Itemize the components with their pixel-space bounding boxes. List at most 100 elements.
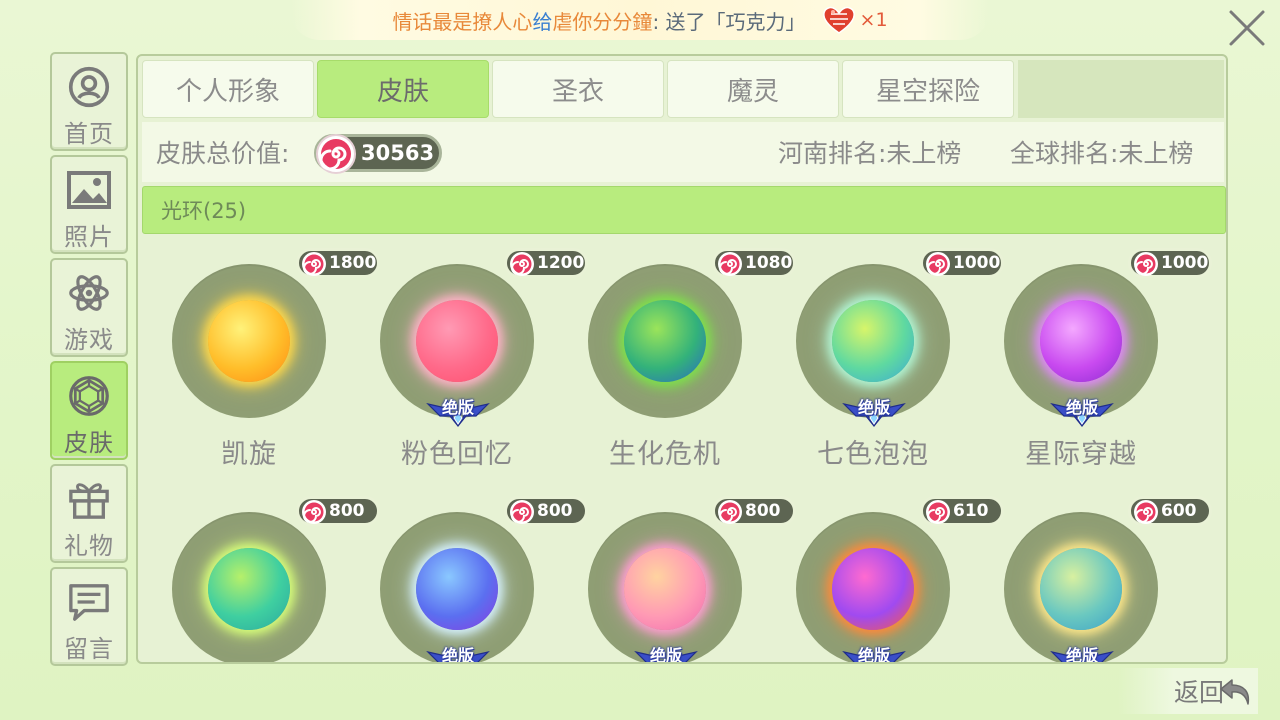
price-badge: 600	[1128, 496, 1212, 526]
heart-chocolate-icon	[822, 5, 856, 35]
back-button[interactable]: 返回	[1118, 668, 1258, 714]
photo-icon	[67, 171, 111, 209]
sidebar-item-messages[interactable]: 留言	[50, 567, 128, 666]
limited-edition-label: 绝版	[857, 398, 890, 417]
candy-icon	[718, 252, 742, 276]
candy-icon	[510, 252, 534, 276]
skin-item[interactable]: 1080 生化危机	[554, 238, 796, 478]
skins-panel: 个人形象 皮肤 圣衣 魔灵 星空探险 皮肤总价值: 30563 河南排名:未上榜…	[136, 54, 1228, 664]
halo-orb-icon	[1040, 548, 1122, 630]
skin-item[interactable]: 600 绝版	[970, 486, 1212, 664]
global-rank: 全球排名:未上榜	[1010, 139, 1194, 168]
skin-item[interactable]: 800	[138, 486, 380, 662]
tab-star-exploration[interactable]: 星空探险	[842, 60, 1014, 118]
back-arrow-icon	[1220, 679, 1250, 705]
banner-receiver-text: 虐你分分鐘	[552, 9, 653, 34]
tab-profile[interactable]: 个人形象	[142, 60, 314, 118]
halo-orb-icon	[1040, 300, 1122, 382]
price-value: 1000	[1161, 253, 1209, 273]
skin-item[interactable]: 1000 绝版 七色泡泡	[762, 238, 1004, 478]
skin-item[interactable]: 800 绝版	[554, 486, 796, 664]
candy-icon	[718, 500, 742, 524]
close-icon	[1229, 10, 1265, 46]
banner-gift-count: ×1	[859, 9, 888, 31]
halo-orb-icon	[832, 548, 914, 630]
banner-gift-text: : 送了「巧克力」	[652, 9, 806, 34]
skin-item[interactable]: 1800 凯旋	[138, 238, 380, 478]
sidebar-item-label: 留言	[64, 635, 114, 663]
limited-edition-badge: 绝版	[426, 642, 490, 664]
skin-name: 粉色回忆	[401, 439, 513, 470]
sidebar: 首页 照片 游戏 皮肤 礼物 留言	[50, 52, 128, 669]
banner-sender-text: 情话最是撩人心	[392, 9, 533, 34]
skin-name: 生化危机	[609, 439, 721, 470]
skin-value-bar: 皮肤总价值: 30563 河南排名:未上榜 全球排名:未上榜	[142, 122, 1224, 182]
tab-skins[interactable]: 皮肤	[317, 60, 489, 118]
sidebar-item-photos[interactable]: 照片	[50, 155, 128, 254]
sidebar-item-home[interactable]: 首页	[50, 52, 128, 151]
tab-bar-filler	[1018, 60, 1224, 118]
user-circle-icon	[68, 66, 110, 108]
candy-icon	[926, 252, 950, 276]
province-rank: 河南排名:未上榜	[778, 139, 962, 168]
limited-edition-label: 绝版	[1065, 646, 1098, 664]
gift-notification-banner: 情话最是撩人心 给 虐你分分鐘 : 送了「巧克力」 ×1	[290, 0, 990, 40]
sidebar-item-gifts[interactable]: 礼物	[50, 464, 128, 563]
skin-item[interactable]: 1000 绝版星际穿越	[970, 238, 1212, 478]
limited-edition-badge: 绝版	[634, 642, 698, 664]
sidebar-item-label: 游戏	[64, 326, 114, 354]
candy-icon	[1134, 500, 1158, 524]
skin-preview	[172, 264, 326, 418]
limited-edition-label: 绝版	[1065, 398, 1098, 417]
limited-edition-badge: 绝版	[426, 394, 490, 428]
price-value: 600	[1161, 501, 1197, 521]
back-label: 返回	[1173, 678, 1224, 707]
halo-orb-icon	[416, 300, 498, 382]
atom-icon	[69, 275, 109, 311]
sidebar-item-label: 首页	[64, 120, 114, 148]
limited-edition-label: 绝版	[441, 646, 474, 664]
total-value-number: 30563	[361, 141, 435, 165]
halo-orb-icon	[208, 300, 290, 382]
limited-edition-badge: 绝版	[1050, 642, 1114, 664]
sidebar-item-label: 礼物	[64, 532, 114, 560]
halo-orb-icon	[832, 300, 914, 382]
gem-icon	[69, 376, 109, 416]
candy-icon	[316, 134, 356, 174]
category-header-halo[interactable]: 光环(25)	[142, 186, 1226, 234]
halo-orb-icon	[416, 548, 498, 630]
halo-orb-icon	[624, 300, 706, 382]
candy-icon	[302, 252, 326, 276]
total-value-label: 皮肤总价值:	[156, 139, 290, 168]
skin-name: 星际穿越	[1025, 439, 1137, 470]
candy-icon	[1134, 252, 1158, 276]
skin-item[interactable]: 1200 绝版 粉色回忆	[346, 238, 588, 478]
total-value-badge: 30563	[314, 134, 442, 174]
message-icon	[69, 584, 109, 621]
gift-icon	[69, 483, 109, 519]
limited-edition-badge: 绝版	[1050, 394, 1114, 428]
tab-armor[interactable]: 圣衣	[492, 60, 664, 118]
candy-icon	[302, 500, 326, 524]
skin-item[interactable]: 610 绝版	[762, 486, 1004, 664]
skin-item[interactable]: 800 绝版	[346, 486, 588, 664]
sidebar-item-skins[interactable]: 皮肤	[50, 361, 128, 460]
candy-icon	[510, 500, 534, 524]
halo-orb-icon	[208, 548, 290, 630]
skin-grid: 1800 凯旋 1200 绝版 粉色回忆 1080 生化危机 1000 绝版 七色泡泡 1000 绝版…	[138, 238, 1226, 664]
close-button[interactable]	[1222, 6, 1272, 50]
limited-edition-label: 绝版	[649, 646, 682, 664]
skin-name: 凯旋	[221, 439, 277, 470]
halo-orb-icon	[624, 548, 706, 630]
price-badge: 1000	[1128, 248, 1212, 278]
limited-edition-label: 绝版	[857, 646, 890, 664]
limited-edition-badge: 绝版	[842, 394, 906, 428]
tab-spirits[interactable]: 魔灵	[667, 60, 839, 118]
sidebar-item-label: 照片	[64, 223, 114, 251]
banner-verb-text: 给	[532, 9, 553, 34]
skin-preview	[588, 264, 742, 418]
limited-edition-label: 绝版	[441, 398, 474, 417]
skin-preview	[172, 512, 326, 662]
tab-bar: 个人形象 皮肤 圣衣 魔灵 星空探险	[142, 60, 1224, 118]
sidebar-item-games[interactable]: 游戏	[50, 258, 128, 357]
